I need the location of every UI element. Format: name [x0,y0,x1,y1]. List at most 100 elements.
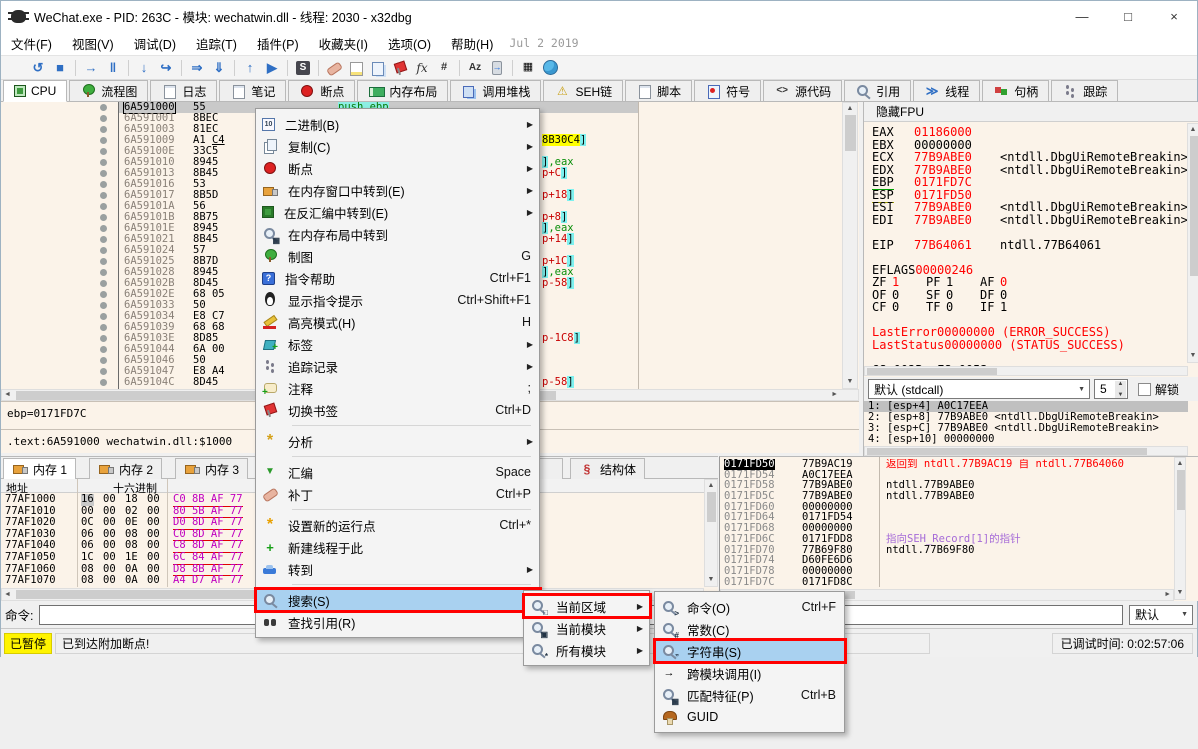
s-badge-button[interactable]: S [292,57,314,79]
register-row[interactable]: EDI77B9ABE0<ntdll.DbgUiRemoteBreakin> [872,214,1184,227]
memory-tab-2[interactable]: 内存 2 [89,458,162,479]
tab-流程图[interactable]: 流程图 [69,80,148,101]
close-button[interactable]: × [1151,1,1197,31]
stack-row[interactable]: 0171FD74D60FE6D6 [720,555,1186,566]
tab-调用堆栈[interactable]: 调用堆栈 [450,80,541,101]
menu-item-设置新的运行点[interactable]: *设置新的运行点Ctrl+* [256,514,539,536]
calling-convention-select[interactable]: 默认 (stdcall) ▼ [868,379,1090,399]
breakpoint-dot-icon[interactable] [100,137,107,144]
menu-item-字符串(S)[interactable]: ”字符串(S) [655,640,844,662]
stack-row[interactable]: 0171FD5C77B9ABE0ntdll.77B9ABE0 [720,491,1186,502]
breakpoint-dot-icon[interactable] [100,379,107,386]
stop-button[interactable]: ■ [49,57,71,79]
minimize-button[interactable]: — [1059,1,1105,31]
menu-item-追踪记录[interactable]: 追踪记录▶ [256,355,539,377]
stack-row[interactable]: 0171FD6C0171FDD8指向SEH_Record[1]的指针 [720,534,1186,545]
breakpoint-dot-icon[interactable] [100,104,107,111]
menu-item-搜索(S)[interactable]: 搜索(S)▶ [256,589,539,611]
stack-row[interactable]: 0171FD640171FD54 [720,512,1186,523]
unlock-checkbox[interactable]: 解锁 [1138,381,1179,398]
tab-脚本[interactable]: 脚本 [625,80,692,101]
breakpoint-dot-icon[interactable] [100,324,107,331]
menu-item-汇编[interactable]: ▼汇编Space [256,461,539,483]
menu-item-当前模块[interactable]: ▣当前模块▶ [524,617,649,639]
register-row[interactable]: CF0TF0IF1 [872,301,1184,314]
menu-item-命令(O)[interactable]: >命令(O)Ctrl+F [655,596,844,618]
breakpoint-dot-icon[interactable] [100,357,107,364]
struct-tab[interactable]: §结构体 [570,458,645,479]
menubar-item-5[interactable]: 收藏夹(I) [309,31,378,56]
step-over-button[interactable]: ↪ [155,57,177,79]
breakpoint-dot-icon[interactable] [100,159,107,166]
tab-SEH链[interactable]: ⚠SEH链 [543,80,623,101]
calculator-button[interactable]: ▦ [517,57,539,79]
breakpoint-dot-icon[interactable] [100,368,107,375]
breakpoint-dot-icon[interactable] [100,148,107,155]
menu-item-当前区域[interactable]: □当前区域▶ [524,595,649,617]
breakpoint-dot-icon[interactable] [100,280,107,287]
bookmark-button[interactable] [389,57,411,79]
breakpoint-dot-icon[interactable] [100,313,107,320]
register-row[interactable]: EBP0171FD7C [872,176,1184,189]
memory-tab-1[interactable]: 内存 1 [3,458,76,480]
run-button[interactable]: → [80,57,102,79]
menu-item-常数(C)[interactable]: #常数(C) [655,618,844,640]
register-row[interactable]: EAX01186000 [872,126,1184,139]
phone-button[interactable]: → [486,57,508,79]
tab-引用[interactable]: 引用 [844,80,911,101]
command-scope-select[interactable]: 默认 ▼ [1129,605,1193,625]
breakpoint-dot-icon[interactable] [100,335,107,342]
tab-日志[interactable]: 日志 [150,80,217,101]
disasm-vertical-scrollbar[interactable]: ▲ ▼ [842,102,858,389]
menu-item-在反汇编中转到(E)[interactable]: 在反汇编中转到(E)▶ [256,201,539,223]
tab-笔记[interactable]: 笔记 [219,80,286,101]
step-out-button[interactable]: ⇓ [208,57,230,79]
menu-item-查找引用(R)[interactable]: 查找引用(R)▶ [256,611,539,633]
menu-item-切换书签[interactable]: 切换书签Ctrl+D [256,399,539,421]
menu-item-跨模块调用(I)[interactable]: →跨模块调用(I) [655,662,844,684]
menu-item-所有模块[interactable]: *所有模块▶ [524,639,649,661]
menu-item-二进制(B)[interactable]: 10二进制(B)▶ [256,113,539,135]
menubar-item-2[interactable]: 调试(D) [124,31,186,56]
menu-item-在内存布局中转到[interactable]: ▦在内存布局中转到 [256,223,539,245]
register-row[interactable]: LastError00000000 (ERROR_SUCCESS) [872,326,1184,339]
breakpoint-dot-icon[interactable] [100,203,107,210]
attach-button[interactable]: ▶ [261,57,283,79]
menu-item-新建线程于此[interactable]: +新建线程于此 [256,536,539,558]
menu-item-高亮模式(H)[interactable]: 高亮模式(H)H [256,311,539,333]
checkbox-box-icon[interactable] [1138,383,1151,396]
open-file-button[interactable] [5,57,27,79]
execute-till-return-button[interactable]: ⇒ [186,57,208,79]
breakpoint-dot-icon[interactable] [100,302,107,309]
stack-row[interactable]: 0171FD6000000000 [720,502,1186,513]
restart-button[interactable]: ↺ [27,57,49,79]
breakpoint-dot-icon[interactable] [100,170,107,177]
tab-句柄[interactable]: 句柄 [982,80,1049,101]
notes-button[interactable] [367,57,389,79]
menubar-item-0[interactable]: 文件(F) [1,31,62,56]
breakpoint-dot-icon[interactable] [100,236,107,243]
menu-item-显示指令提示[interactable]: 显示指令提示Ctrl+Shift+F1 [256,289,539,311]
fx-button[interactable]: fx [411,57,433,79]
menubar-item-1[interactable]: 视图(V) [62,31,124,56]
step-into-button[interactable]: ↓ [133,57,155,79]
breakpoint-dot-icon[interactable] [100,346,107,353]
hide-fpu-button[interactable]: 隐藏FPU [864,102,1198,122]
register-row[interactable]: EIP77B64061ntdll.77B64061 [872,239,1184,252]
stack-row[interactable]: 0171FD7077B69F80ntdll.77B69F80 [720,545,1186,556]
stack-row[interactable]: 0171FD7800000000 [720,566,1186,577]
breakpoint-dot-icon[interactable] [100,225,107,232]
patch-button[interactable] [323,57,345,79]
menu-item-制图[interactable]: 制图G [256,245,539,267]
tab-内存布局[interactable]: 内存布局 [357,80,448,101]
register-row[interactable]: ZF1PF1AF0 [872,276,1184,289]
registers-vertical-scrollbar[interactable]: ▲ ▼ [1187,123,1198,363]
menu-item-标签[interactable]: 标签▶ [256,333,539,355]
az-button[interactable]: Az [464,57,486,79]
breakpoint-dot-icon[interactable] [100,214,107,221]
breakpoint-dot-icon[interactable] [100,115,107,122]
menu-item-补丁[interactable]: 补丁Ctrl+P [256,483,539,505]
arguments-horizontal-scrollbar[interactable] [864,446,1188,456]
arrow-up-button[interactable]: ↑ [239,57,261,79]
tab-源代码[interactable]: <>源代码 [763,80,842,101]
